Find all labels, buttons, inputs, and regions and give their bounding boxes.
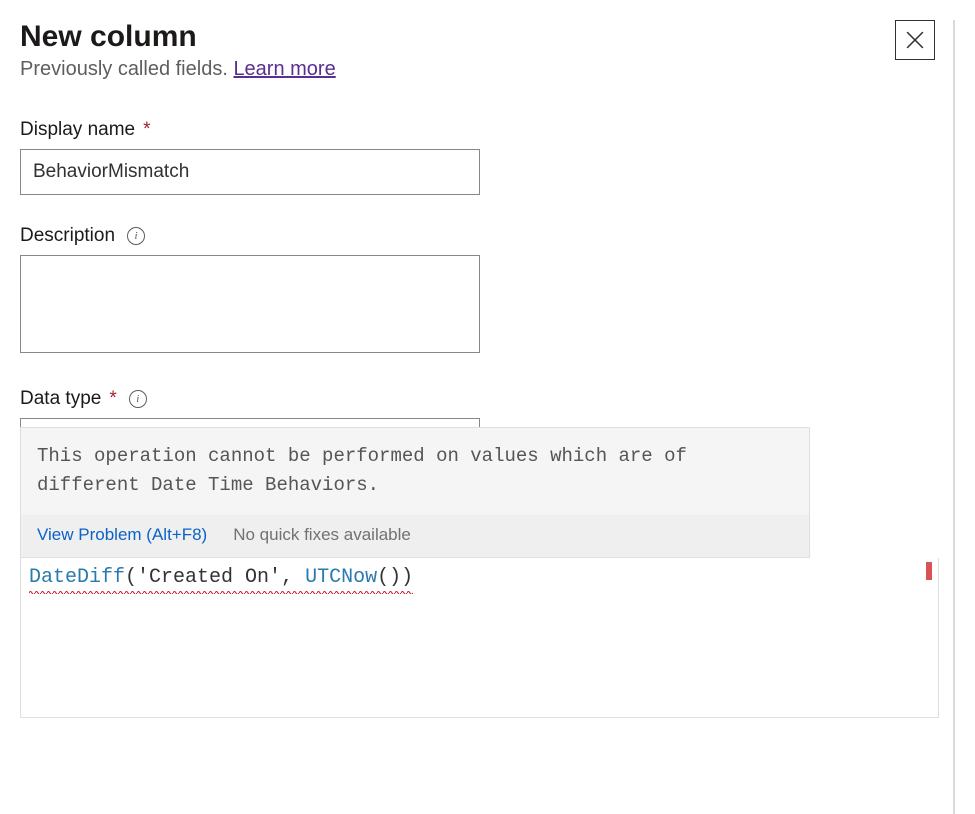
token-string: 'Created On' (137, 566, 281, 589)
minimap-error-marker[interactable] (926, 562, 932, 580)
description-input[interactable] (20, 255, 480, 353)
description-label-text: Description (20, 225, 115, 247)
no-quick-fixes-text: No quick fixes available (233, 525, 411, 545)
display-name-label-text: Display name (20, 119, 135, 141)
token-paren: ( (125, 566, 137, 589)
data-type-label-text: Data type (20, 388, 101, 410)
required-star-icon: * (143, 119, 150, 141)
learn-more-link[interactable]: Learn more (233, 58, 335, 80)
panel-right-divider (953, 20, 955, 814)
subtitle-text: Previously called fields. (20, 58, 233, 80)
info-icon[interactable]: i (127, 227, 145, 245)
token-function: DateDiff (29, 566, 125, 589)
info-icon[interactable]: i (129, 390, 147, 408)
token-paren: ) (389, 566, 401, 589)
description-label: Description i (20, 225, 945, 247)
token-paren: ) (401, 566, 413, 589)
token-paren: ( (377, 566, 389, 589)
error-actions: View Problem (Alt+F8) No quick fixes ava… (21, 515, 809, 557)
display-name-input[interactable] (20, 149, 480, 195)
token-comma: , (281, 566, 305, 589)
field-description: Description i (20, 225, 945, 358)
close-icon (906, 31, 924, 49)
page-subtitle: Previously called fields. Learn more (20, 58, 945, 81)
display-name-label: Display name * (20, 119, 945, 141)
token-function: UTCNow (305, 566, 377, 589)
required-star-icon: * (109, 388, 116, 410)
error-squiggle (29, 590, 413, 594)
view-problem-link[interactable]: View Problem (Alt+F8) (37, 525, 207, 545)
formula-line: DateDiff('Created On', UTCNow()) (29, 564, 413, 592)
formula-editor[interactable]: DateDiff('Created On', UTCNow()) (20, 558, 939, 718)
page-title: New column (20, 20, 945, 54)
field-display-name: Display name * (20, 119, 945, 195)
data-type-label: Data type * i (20, 388, 945, 410)
error-message: This operation cannot be performed on va… (21, 428, 809, 515)
close-button[interactable] (895, 20, 935, 60)
field-data-type: Data type * i F This operation cannot be… (20, 388, 945, 718)
error-tooltip: This operation cannot be performed on va… (20, 427, 810, 558)
